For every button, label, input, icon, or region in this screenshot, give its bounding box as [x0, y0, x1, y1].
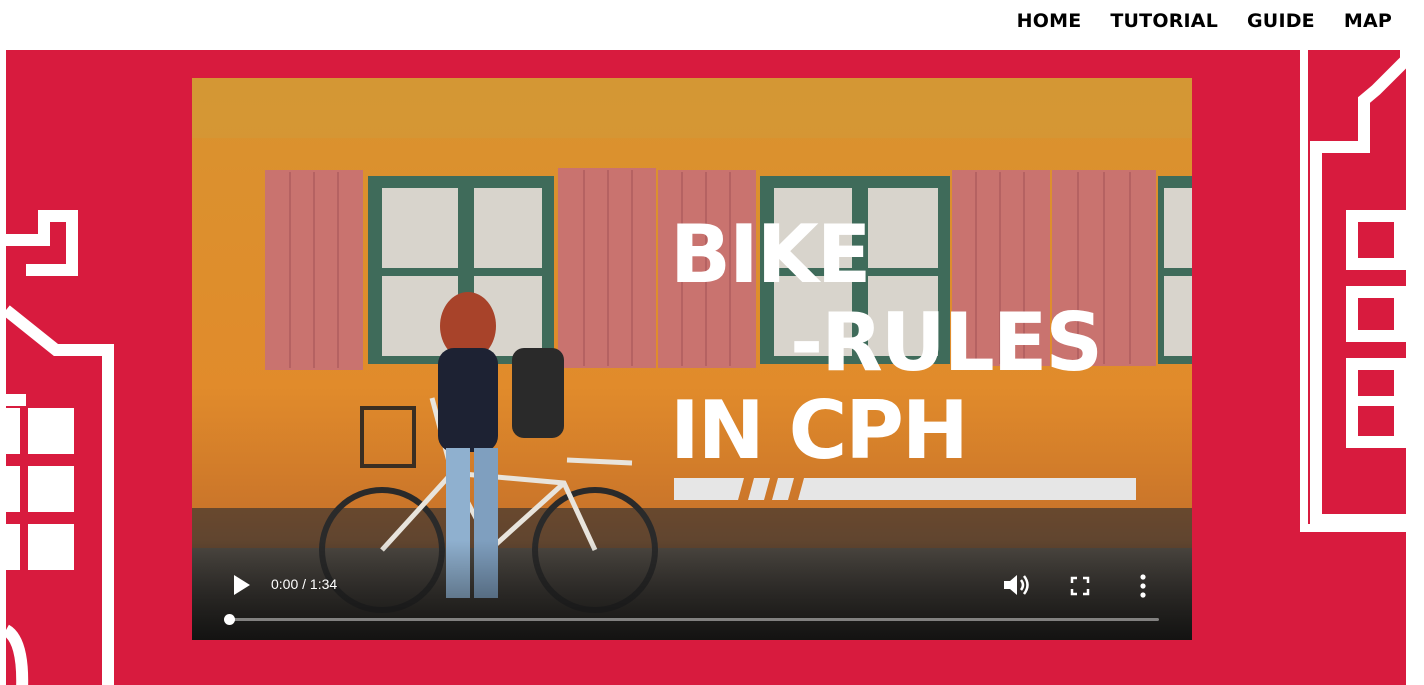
title-underline-stripes — [674, 478, 1136, 500]
right-building-decoration — [1300, 50, 1406, 532]
play-icon[interactable] — [232, 574, 252, 596]
nav-home-link[interactable]: HOME — [1017, 10, 1082, 32]
video-title-overlay: BIKE -RULES IN CPH — [670, 208, 1103, 477]
video-progress-bar[interactable] — [224, 614, 1159, 625]
current-time: 0:00 — [271, 576, 299, 592]
video-time-display: 0:00 / 1:34 — [271, 576, 337, 592]
time-separator: / — [298, 576, 310, 592]
fullscreen-icon[interactable] — [1070, 576, 1090, 596]
progress-scrubber-handle[interactable] — [224, 614, 235, 625]
video-controls-bar — [192, 540, 1192, 640]
title-line-3: IN CPH — [670, 384, 969, 477]
nav-menu: HOME TUTORIAL GUIDE MAP — [1017, 10, 1392, 32]
more-options-icon[interactable] — [1139, 574, 1147, 598]
top-navigation: HOME TUTORIAL GUIDE MAP — [0, 0, 1424, 50]
nav-guide-link[interactable]: GUIDE — [1247, 10, 1315, 32]
video-player[interactable]: BIKE -RULES IN CPH 0:00 / 1:34 — [192, 78, 1192, 640]
title-line-1: BIKE — [670, 208, 871, 301]
title-line-2: -RULES — [790, 296, 1103, 389]
hero-section: BIKE -RULES IN CPH 0:00 / 1:34 — [6, 50, 1406, 685]
volume-icon[interactable] — [1002, 573, 1030, 597]
left-building-decoration — [6, 210, 114, 685]
duration: 1:34 — [309, 576, 338, 592]
nav-map-link[interactable]: MAP — [1344, 10, 1392, 32]
nav-tutorial-link[interactable]: TUTORIAL — [1110, 10, 1218, 32]
